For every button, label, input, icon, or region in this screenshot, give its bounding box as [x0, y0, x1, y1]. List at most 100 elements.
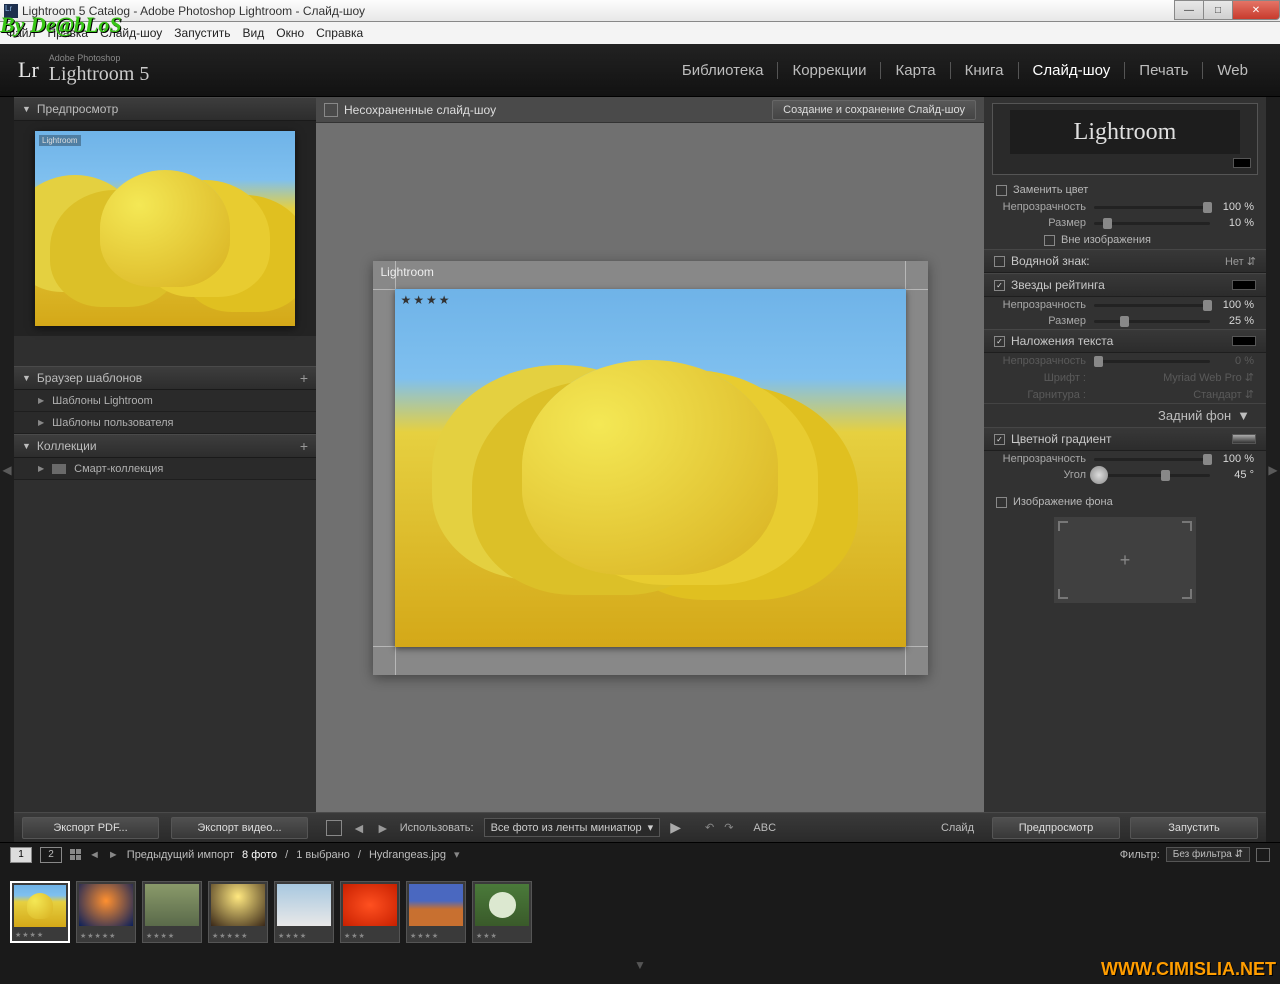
face-value[interactable]: Стандарт ⇵ — [1094, 388, 1254, 401]
watermark-section[interactable]: Водяной знак: Нет ⇵ — [984, 249, 1266, 273]
minimize-button[interactable]: — — [1174, 0, 1204, 20]
app-header: Lr Adobe Photoshop Lightroom 5 Библиотек… — [0, 44, 1280, 97]
next-slide-button[interactable]: ► — [376, 820, 390, 836]
logo-name: Lightroom 5 — [49, 63, 150, 85]
rating-color-swatch[interactable] — [1232, 280, 1256, 290]
menu-help[interactable]: Справка — [316, 26, 363, 40]
gradient-angle-value: 45 ° — [1218, 469, 1254, 481]
filmstrip[interactable]: ★★★★★★★★★★★★★★★★★★★★★★★★★★★★★★★★ — [0, 866, 1280, 958]
slide-image[interactable] — [395, 289, 906, 647]
gradient-checkbox[interactable]: ✓ — [994, 434, 1005, 445]
use-dropdown[interactable]: Все фото из ленты миниатюр ▾ — [484, 818, 661, 837]
bg-image-checkbox[interactable] — [996, 497, 1007, 508]
thumbnail[interactable]: ★★★ — [472, 881, 532, 943]
gradient-swatch[interactable] — [1232, 434, 1256, 444]
thumbnail[interactable]: ★★★★★ — [76, 881, 136, 943]
menu-window[interactable]: Окно — [276, 26, 304, 40]
watermark-checkbox[interactable] — [994, 256, 1005, 267]
grid-icon[interactable] — [70, 849, 81, 860]
export-pdf-button[interactable]: Экспорт PDF... — [22, 817, 159, 839]
backdrop-title[interactable]: Задний фон ▼ — [984, 403, 1266, 427]
abc-button[interactable]: ABC — [753, 822, 776, 834]
left-collapse[interactable]: ◀ — [0, 97, 14, 842]
identity-opacity-slider[interactable] — [1094, 206, 1210, 209]
bottom-collapse[interactable]: ▼ — [0, 958, 1280, 984]
identity-color-swatch[interactable] — [1233, 158, 1251, 168]
collections-header[interactable]: ▼ Коллекции + — [14, 434, 316, 458]
template-user[interactable]: ▶ Шаблоны пользователя — [14, 412, 316, 434]
rating-size-slider[interactable] — [1094, 320, 1210, 323]
stop-button[interactable] — [326, 820, 342, 836]
menu-file[interactable]: Файл — [6, 26, 36, 40]
center-header: Несохраненные слайд-шоу Создание и сохра… — [316, 97, 984, 123]
preview-header[interactable]: ▼ Предпросмотр — [14, 97, 316, 121]
text-overlay-checkbox[interactable]: ✓ — [994, 336, 1005, 347]
rating-checkbox[interactable]: ✓ — [994, 280, 1005, 291]
preview-button[interactable]: Предпросмотр — [992, 817, 1120, 839]
add-collection-button[interactable]: + — [300, 438, 308, 454]
nav-back-icon[interactable]: ◄ — [89, 849, 100, 861]
thumbnail-image — [343, 884, 397, 926]
thumbnail-rating: ★★★★ — [410, 932, 439, 940]
thumbnail[interactable]: ★★★★ — [142, 881, 202, 943]
rating-opacity-slider[interactable] — [1094, 304, 1210, 307]
play-button[interactable]: ▶ — [670, 819, 681, 836]
override-color-checkbox[interactable] — [996, 185, 1007, 196]
outside-image-checkbox[interactable] — [1044, 235, 1055, 246]
module-develop[interactable]: Коррекции — [778, 62, 881, 79]
thumbnail[interactable]: ★★★★ — [274, 881, 334, 943]
identity-text: Lightroom — [1010, 110, 1240, 154]
preview-header-label: Предпросмотр — [37, 102, 118, 116]
menu-edit[interactable]: Правка — [48, 26, 89, 40]
template-lightroom[interactable]: ▶ Шаблоны Lightroom — [14, 390, 316, 412]
text-overlay-section[interactable]: ✓ Наложения текста — [984, 329, 1266, 353]
module-print[interactable]: Печать — [1125, 62, 1203, 79]
thumbnail[interactable]: ★★★★★ — [208, 881, 268, 943]
gradient-angle-slider[interactable] — [1094, 474, 1210, 477]
module-library[interactable]: Библиотека — [668, 62, 779, 79]
module-book[interactable]: Книга — [951, 62, 1019, 79]
watermark-value[interactable]: Нет ⇵ — [1225, 255, 1256, 268]
module-web[interactable]: Web — [1203, 62, 1262, 79]
filter-lock-icon[interactable] — [1256, 848, 1270, 862]
slide-frame[interactable]: Lightroom ★★★★ — [373, 261, 928, 675]
identity-plate[interactable]: Lightroom — [992, 103, 1258, 175]
close-button[interactable]: ✕ — [1232, 0, 1280, 20]
rating-section[interactable]: ✓ Звезды рейтинга — [984, 273, 1266, 297]
bg-image-dropzone[interactable]: + — [1054, 517, 1196, 603]
text-color-swatch[interactable] — [1232, 336, 1256, 346]
play-slideshow-button[interactable]: Запустить — [1130, 817, 1258, 839]
maximize-button[interactable]: □ — [1203, 0, 1233, 20]
menu-view[interactable]: Вид — [243, 26, 265, 40]
thumbnail[interactable]: ★★★★ — [10, 881, 70, 943]
filter-dropdown[interactable]: Без фильтра ⇵ — [1166, 847, 1250, 862]
font-value[interactable]: Myriad Web Pro ⇵ — [1094, 371, 1254, 384]
add-template-button[interactable]: + — [300, 370, 308, 386]
module-map[interactable]: Карта — [881, 62, 950, 79]
preview-image[interactable]: Lightroom — [35, 131, 295, 326]
smart-collection-icon — [52, 464, 66, 474]
module-slideshow[interactable]: Слайд-шоу — [1019, 62, 1126, 79]
prev-slide-button[interactable]: ◄ — [352, 820, 366, 836]
menu-slideshow[interactable]: Слайд-шоу — [100, 26, 162, 40]
thumbnail[interactable]: ★★★★ — [406, 881, 466, 943]
display-1[interactable]: 1 — [10, 847, 32, 863]
rotate-cw-icon[interactable]: ↷ — [724, 821, 733, 834]
chevron-down-icon[interactable]: ▾ — [454, 848, 460, 861]
save-slideshow-button[interactable]: Создание и сохранение Слайд-шоу — [772, 100, 976, 120]
thumbnail[interactable]: ★★★ — [340, 881, 400, 943]
smart-collection[interactable]: ▶ Смарт-коллекция — [14, 458, 316, 480]
logo: Lr Adobe Photoshop Lightroom 5 — [18, 54, 149, 86]
export-video-button[interactable]: Экспорт видео... — [171, 817, 308, 839]
breadcrumb-source[interactable]: Предыдущий импорт — [127, 849, 234, 861]
rotate-ccw-icon[interactable]: ↶ — [705, 821, 714, 834]
nav-fwd-icon[interactable]: ► — [108, 849, 119, 861]
identity-size-slider[interactable] — [1094, 222, 1210, 225]
right-collapse[interactable]: ▶ — [1266, 97, 1280, 842]
gradient-section[interactable]: ✓ Цветной градиент — [984, 427, 1266, 451]
thumbnail-image — [277, 884, 331, 926]
menu-play[interactable]: Запустить — [174, 26, 230, 40]
gradient-opacity-slider[interactable] — [1094, 458, 1210, 461]
templates-header[interactable]: ▼ Браузер шаблонов + — [14, 366, 316, 390]
display-2[interactable]: 2 — [40, 847, 62, 863]
